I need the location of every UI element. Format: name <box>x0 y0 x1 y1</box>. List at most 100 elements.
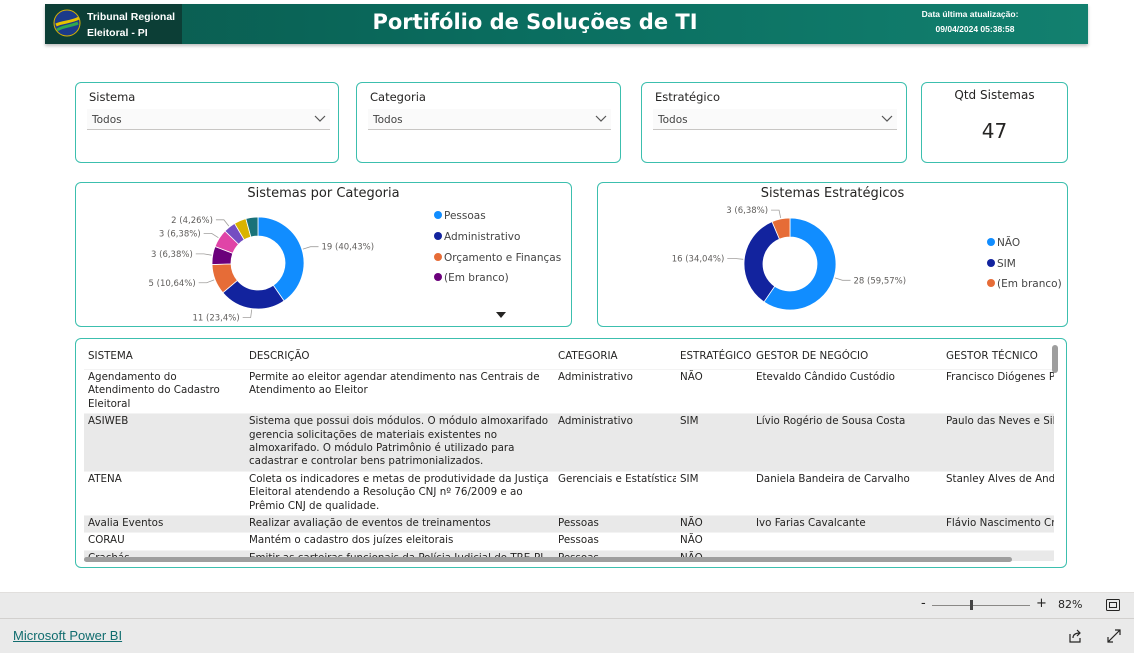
sistema-dropdown[interactable]: Todos <box>87 109 330 130</box>
cell-sistema: ASIWEB <box>88 415 129 428</box>
leader-line <box>195 253 212 256</box>
zoom-out-button[interactable]: - <box>921 596 926 611</box>
data-label: 5 (10,64%) <box>149 279 196 289</box>
slicer-estrategico: Estratégico Todos <box>641 82 907 163</box>
table-vertical-scrollbar[interactable] <box>1052 345 1058 373</box>
cell-sistema: Agendamento do Atendimento do Cadastro E… <box>88 371 220 410</box>
donut-chart-estrategicos[interactable]: 28 (59,57%) 16 (34,04%) 3 (6,38%) <box>598 183 1069 328</box>
zoom-slider-thumb[interactable] <box>969 600 973 610</box>
table-row[interactable]: Agendamento do Atendimento do Cadastro E… <box>84 369 1054 414</box>
legend-item-administrativo[interactable]: Administrativo <box>434 231 520 243</box>
slicer-sistema: Sistema Todos <box>75 82 339 163</box>
systems-table: SISTEMA DESCRIÇÃO CATEGORIA ESTRATÉGICO … <box>84 343 1054 561</box>
data-label: 3 (6,38%) <box>159 229 201 239</box>
tre-logo-icon <box>53 9 81 37</box>
legend-dot <box>434 232 442 240</box>
legend-label: NÃO <box>997 237 1021 249</box>
fit-to-page-icon[interactable] <box>1106 599 1120 611</box>
chevron-down-icon <box>314 115 326 122</box>
kpi-value: 47 <box>981 119 1008 143</box>
categoria-dropdown[interactable]: Todos <box>368 109 611 130</box>
zoom-bar: - + 82% <box>0 592 1134 619</box>
column-header-estrategico[interactable]: ESTRATÉGICO <box>676 343 752 370</box>
cell-descricao: Realizar avaliação de eventos de treinam… <box>249 517 491 530</box>
cell-categoria: Pessoas <box>558 517 599 530</box>
cell-estrategico: NÃO <box>680 517 703 530</box>
leader-line <box>198 279 215 284</box>
cell-descricao: Sistema que possui dois módulos. O módul… <box>249 415 549 468</box>
cell-gestor-tecnico <box>942 533 1054 550</box>
slicer-estrategico-title: Estratégico <box>655 90 720 104</box>
data-label: 3 (6,38%) <box>151 250 193 260</box>
cell-gestor-tecnico: Flávio Nascimento Cruz <box>946 517 1054 530</box>
column-header-gestor-tecnico[interactable]: GESTOR TÉCNICO <box>942 343 1054 370</box>
cell-descricao: Coleta os indicadores e metas de produti… <box>249 472 549 512</box>
systems-table-card: SISTEMA DESCRIÇÃO CATEGORIA ESTRATÉGICO … <box>75 338 1067 568</box>
report-header: Tribunal Regional Eleitoral - PI Portifó… <box>45 4 1088 44</box>
legend-item-em-branco[interactable]: (Em branco) <box>987 278 1062 290</box>
estrategico-dropdown-value: Todos <box>658 114 688 126</box>
column-header-gestor-negocio[interactable]: GESTOR DE NEGÓCIO <box>752 343 942 370</box>
table-row[interactable]: ASIWEB Sistema que possui dois módulos. … <box>84 413 1054 472</box>
cell-descricao: Mantém o cadastro dos juízes eleitorais <box>249 534 454 547</box>
kpi-card-qtd-sistemas: Qtd Sistemas 47 <box>921 82 1068 163</box>
page-title: Portifólio de Soluções de TI <box>372 10 698 34</box>
table-row[interactable]: CORAU Mantém o cadastro dos juízes eleit… <box>84 532 1054 550</box>
cell-sistema: Avalia Eventos <box>88 517 164 530</box>
zoom-in-button[interactable]: + <box>1036 596 1047 611</box>
fullscreen-icon[interactable] <box>1107 629 1121 643</box>
legend-item-orcamento[interactable]: Orçamento e Finanças <box>434 252 561 264</box>
cell-gestor-negocio: Etevaldo Cândido Custódio <box>756 371 895 383</box>
column-header-sistema[interactable]: SISTEMA <box>84 343 245 370</box>
legend-dot <box>987 279 995 287</box>
leader-line <box>771 209 782 219</box>
cell-gestor-negocio: Ivo Farias Cavalcante <box>756 517 866 530</box>
legend-dot <box>434 253 442 261</box>
legend-label: Orçamento e Finanças <box>444 252 562 264</box>
systems-table-viewport[interactable]: SISTEMA DESCRIÇÃO CATEGORIA ESTRATÉGICO … <box>84 343 1054 561</box>
cell-estrategico: SIM <box>680 415 699 428</box>
data-label: 3 (6,38%) <box>726 206 768 216</box>
chevron-down-icon <box>881 115 893 122</box>
cell-estrategico: NÃO <box>680 534 703 547</box>
legend-item-nao[interactable]: NÃO <box>987 237 1020 249</box>
data-label: 28 (59,57%) <box>854 276 907 286</box>
update-label: Data última atualização: <box>921 9 1019 19</box>
org-name: Tribunal Regional Eleitoral - PI <box>87 11 176 39</box>
zoom-slider-track[interactable] <box>932 605 1030 606</box>
expand-legend-icon[interactable] <box>496 312 506 318</box>
footer-bar: Microsoft Power BI <box>0 618 1134 653</box>
estrategico-dropdown[interactable]: Todos <box>653 109 897 130</box>
legend-item-pessoas[interactable]: Pessoas <box>434 210 486 222</box>
legend-dot <box>987 259 995 267</box>
table-row[interactable]: ATENA Coleta os indicadores e metas de p… <box>84 471 1054 515</box>
chevron-down-icon <box>595 115 607 122</box>
cell-gestor-tecnico: Paulo das Neves e Silva <box>946 415 1054 428</box>
legend-item-em-branco[interactable]: (Em branco) <box>434 272 509 284</box>
legend-label: (Em branco) <box>444 272 509 284</box>
legend-label: (Em branco) <box>997 278 1062 290</box>
table-horizontal-scrollbar[interactable] <box>84 557 1012 562</box>
cell-categoria: Administrativo <box>558 371 633 383</box>
legend-dot <box>987 238 995 246</box>
leader-line <box>242 309 253 318</box>
leader-line <box>203 233 219 239</box>
chart-card-categoria: Sistemas por Categoria 19 (40,43%) 11 (23… <box>75 182 572 327</box>
column-header-descricao[interactable]: DESCRIÇÃO <box>245 343 554 370</box>
donut-slice[interactable] <box>257 216 305 302</box>
column-header-categoria[interactable]: CATEGORIA <box>554 343 676 370</box>
legend-label: Administrativo <box>444 231 521 243</box>
legend-dot <box>434 211 442 219</box>
slicer-sistema-title: Sistema <box>89 90 136 104</box>
cell-gestor-negocio <box>752 533 942 550</box>
table-row[interactable]: Avalia Eventos Realizar avaliação de eve… <box>84 515 1054 533</box>
share-icon[interactable] <box>1068 629 1082 643</box>
legend-item-sim[interactable]: SIM <box>987 258 1016 270</box>
data-label: 11 (23,4%) <box>193 314 240 324</box>
kpi-label: Qtd Sistemas <box>954 88 1035 102</box>
power-bi-link[interactable]: Microsoft Power BI <box>13 628 122 643</box>
cell-gestor-tecnico: Stanley Alves de Andrade <box>946 472 1054 485</box>
chart-card-estrategicos: Sistemas Estratégicos 28 (59,57%) 16 (34,… <box>597 182 1068 327</box>
cell-sistema: CORAU <box>88 534 125 547</box>
slicer-categoria: Categoria Todos <box>356 82 621 163</box>
